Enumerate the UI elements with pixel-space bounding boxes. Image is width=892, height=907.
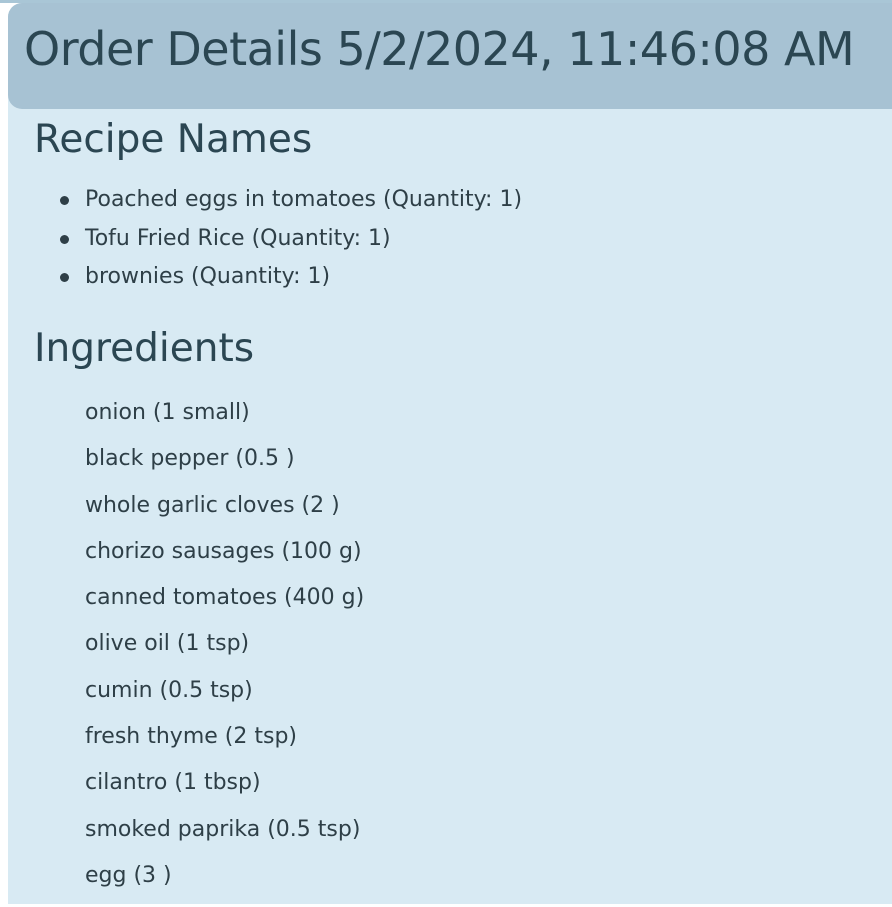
order-header: Order Details 5/2/2024, 11:46:08 AM xyxy=(8,3,892,109)
ingredient-item: onion (1 small) xyxy=(85,400,250,425)
bullet-icon xyxy=(60,234,69,244)
recipe-list: Poached eggs in tomatoes (Quantity: 1) T… xyxy=(60,186,523,302)
ingredient-list: onion (1 small) black pepper (0.5 ) whol… xyxy=(85,398,364,907)
ingredient-item: olive oil (1 tsp) xyxy=(85,631,250,657)
recipe-label: Tofu Fried Rice (Quantity: 1) xyxy=(85,225,391,251)
bullet-icon xyxy=(60,273,69,282)
page-title: Order Details 5/2/2024, 11:46:08 AM xyxy=(24,22,855,76)
ingredient-item: egg (3 ) xyxy=(85,862,172,888)
bullet-icon xyxy=(60,196,69,205)
ingredients-heading: Ingredients xyxy=(34,326,255,371)
ingredient-item: whole garlic cloves (2 ) xyxy=(85,492,340,518)
ingredient-item: fresh thyme (2 tsp) xyxy=(85,724,297,750)
recipe-item: brownies (Quantity: 1) xyxy=(60,263,522,302)
ingredient-item: smoked paprika (0.5 tsp) xyxy=(85,816,361,842)
ingredient-item: cumin (0.5 tsp) xyxy=(85,677,253,703)
ingredient-item: cilantro (1 tbsp) xyxy=(85,770,261,796)
recipe-label: Poached eggs in tomatoes (Quantity: 1) xyxy=(85,187,523,212)
recipe-item: Tofu Fried Rice (Quantity: 1) xyxy=(60,225,522,264)
order-details-panel: Order Details 5/2/2024, 11:46:08 AM Reci… xyxy=(8,3,892,904)
recipe-label: brownies (Quantity: 1) xyxy=(85,264,331,289)
recipe-item: Poached eggs in tomatoes (Quantity: 1) xyxy=(60,186,523,225)
ingredient-item: canned tomatoes (400 g) xyxy=(85,585,365,611)
ingredient-item: chorizo sausages (100 g) xyxy=(85,538,362,564)
recipe-names-heading: Recipe Names xyxy=(34,117,313,162)
ingredient-item: black pepper (0.5 ) xyxy=(85,446,295,472)
